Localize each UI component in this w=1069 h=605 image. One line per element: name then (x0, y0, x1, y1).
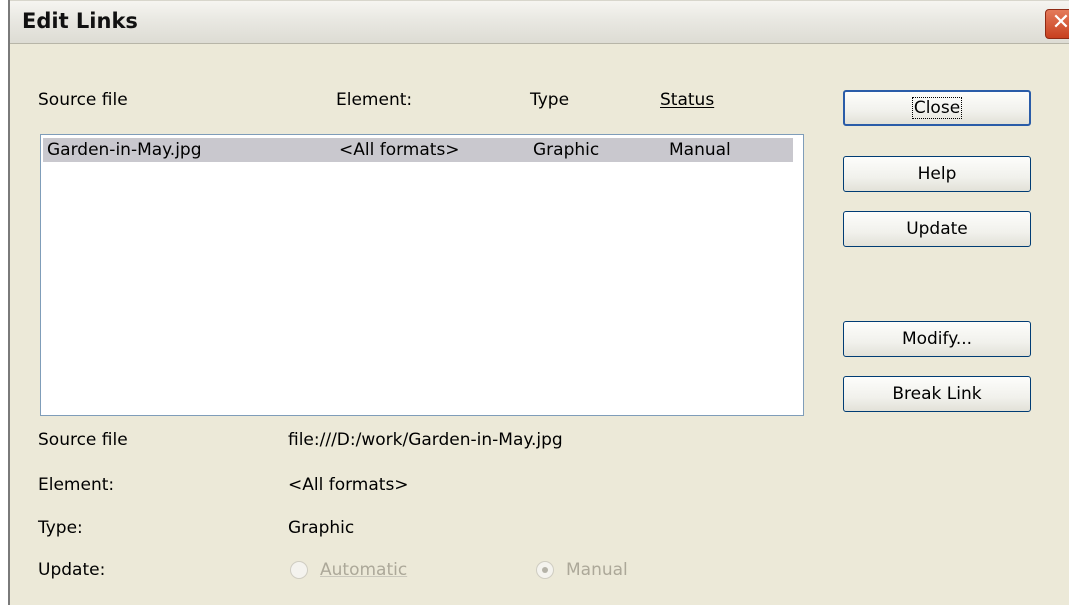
modify-button[interactable]: Modify... (843, 321, 1031, 357)
type-value: Graphic (288, 518, 355, 538)
break-link-button[interactable]: Break Link (843, 376, 1031, 412)
manual-radio[interactable] (536, 561, 554, 579)
manual-radio-label[interactable]: Manual (566, 560, 628, 580)
column-header-element[interactable]: Element: (336, 90, 412, 110)
element-label: Element: (38, 475, 115, 495)
row-element: <All formats> (339, 140, 460, 160)
help-button[interactable]: Help (843, 156, 1031, 192)
close-button-label: Close (911, 96, 963, 119)
row-status: Manual (669, 140, 731, 160)
column-header-status[interactable]: Status (660, 90, 714, 110)
element-value: <All formats> (288, 475, 409, 495)
source-file-label: Source file (38, 430, 128, 450)
update-label: Update: (38, 560, 106, 580)
column-header-type[interactable]: Type (530, 90, 569, 110)
manual-radio-selected-dot (542, 567, 548, 573)
list-item[interactable]: Garden-in-May.jpg <All formats> Graphic … (43, 138, 793, 162)
column-header-source-file[interactable]: Source file (38, 90, 128, 110)
update-button[interactable]: Update (843, 211, 1031, 247)
close-button[interactable]: Close (843, 90, 1031, 126)
source-file-value: file:///D:/work/Garden-in-May.jpg (288, 430, 563, 450)
close-window-icon[interactable]: ✕ (1045, 9, 1069, 39)
dialog-title: Edit Links (22, 9, 138, 33)
links-list[interactable]: Garden-in-May.jpg <All formats> Graphic … (40, 134, 804, 416)
row-type: Graphic (533, 140, 600, 160)
edit-links-dialog: Edit Links ✕ Source file Element: Type S… (8, 0, 1069, 605)
column-header-status-label: Status (660, 90, 715, 110)
automatic-radio[interactable] (290, 561, 308, 579)
type-label: Type: (38, 518, 83, 538)
automatic-radio-label[interactable]: Automatic (320, 560, 407, 580)
title-bar: Edit Links ✕ (10, 0, 1069, 44)
row-source-file: Garden-in-May.jpg (47, 140, 202, 160)
